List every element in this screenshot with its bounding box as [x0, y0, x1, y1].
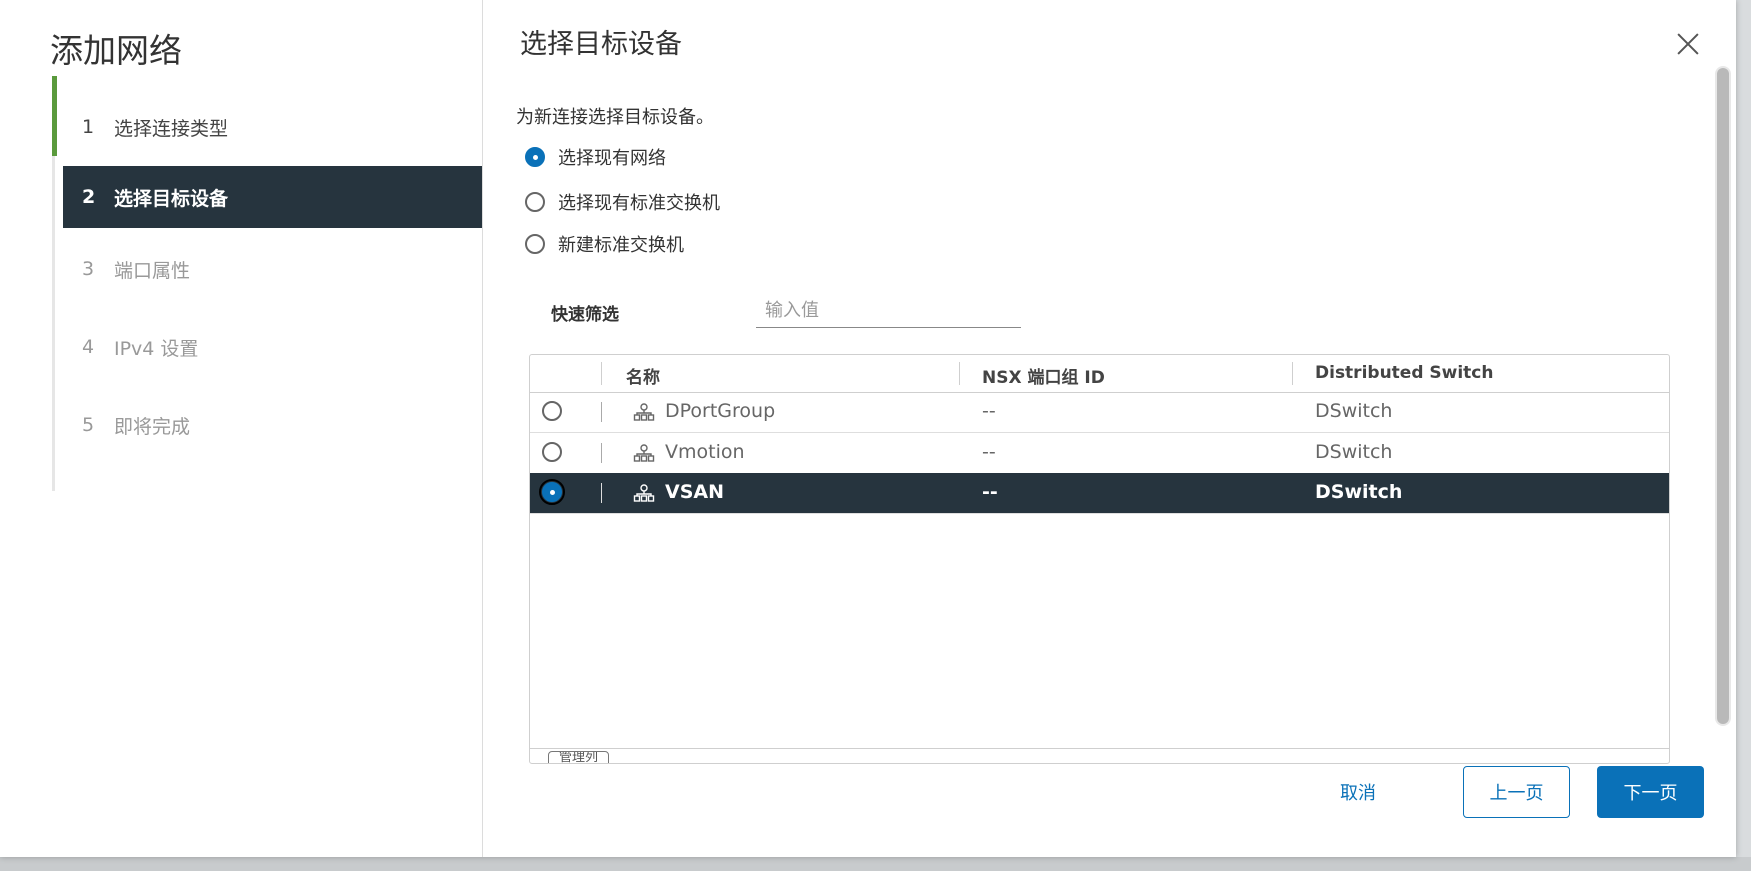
quick-filter-input[interactable] [756, 293, 1021, 328]
cell-switch: DSwitch [1315, 400, 1393, 422]
step-label: 端口属性 [114, 259, 191, 282]
column-header-switch[interactable]: Distributed Switch [1315, 363, 1494, 383]
wizard-step-5: 5 即将完成 [52, 394, 482, 456]
table-row[interactable]: DPortGroup -- DSwitch [530, 392, 1669, 433]
wizard-step-2[interactable]: 2 选择目标设备 [63, 166, 482, 228]
grid-footer: 管理列 [530, 748, 1669, 763]
cell-nsx-id: -- [982, 441, 996, 463]
radio-button[interactable] [525, 147, 545, 167]
wizard-step-4: 4 IPv4 设置 [52, 316, 482, 378]
wizard-step-1[interactable]: 1 选择连接类型 [52, 76, 482, 158]
scrollbar-thumb[interactable] [1717, 68, 1729, 724]
cell-name: VSAN [665, 481, 724, 503]
step-number: 3 [82, 258, 95, 280]
cell-nsx-id: -- [982, 400, 996, 422]
option-existing-standard-switch[interactable]: 选择现有标准交换机 [525, 189, 720, 215]
radio-button[interactable] [525, 192, 545, 212]
row-separator [601, 443, 602, 463]
step-label: IPv4 设置 [114, 337, 199, 360]
step-number: 2 [82, 186, 96, 208]
wizard-nav: 添加网络 1 选择连接类型 2 选择目标设备 3 端口属性 4 IPv4 设置 … [0, 0, 483, 857]
column-separator [601, 362, 602, 385]
step-number: 1 [82, 116, 95, 138]
cell-switch: DSwitch [1315, 441, 1393, 463]
cell-switch: DSwitch [1315, 481, 1403, 503]
row-separator [601, 402, 602, 422]
network-icon [633, 484, 655, 502]
step-number: 4 [82, 336, 95, 358]
column-separator [959, 362, 960, 385]
row-separator [601, 483, 602, 503]
column-separator [1292, 362, 1293, 385]
column-header-name[interactable]: 名称 [626, 363, 660, 388]
step-label: 选择连接类型 [114, 117, 229, 140]
grid-header: 名称 NSX 端口组 ID Distributed Switch [530, 355, 1669, 393]
close-icon[interactable] [1671, 28, 1705, 62]
radio-button[interactable] [525, 234, 545, 254]
wizard-step-3: 3 端口属性 [52, 238, 482, 300]
column-header-nsx-id[interactable]: NSX 端口组 ID [982, 363, 1105, 388]
step-number: 5 [82, 414, 95, 436]
option-existing-network[interactable]: 选择现有网络 [525, 144, 666, 170]
row-radio[interactable] [542, 401, 562, 421]
background-strip [0, 857, 1751, 871]
row-radio[interactable] [542, 442, 562, 462]
step-label: 选择目标设备 [114, 187, 229, 210]
manage-columns-button[interactable]: 管理列 [548, 751, 610, 763]
step-label: 即将完成 [114, 415, 191, 438]
option-label: 新建标准交换机 [558, 235, 684, 256]
wizard-content: 选择目标设备 为新连接选择目标设备。 选择现有网络 选择现有标准交换机 新建标准… [483, 0, 1736, 857]
network-icon [633, 403, 655, 421]
table-row[interactable]: Vmotion -- DSwitch [530, 433, 1669, 474]
add-network-dialog: 添加网络 1 选择连接类型 2 选择目标设备 3 端口属性 4 IPv4 设置 … [0, 0, 1736, 857]
option-new-standard-switch[interactable]: 新建标准交换机 [525, 231, 684, 257]
quick-filter-label: 快速筛选 [551, 305, 619, 325]
table-row-selected[interactable]: VSAN -- DSwitch [530, 473, 1669, 514]
scrollbar[interactable] [1715, 66, 1731, 726]
cell-nsx-id: -- [982, 481, 998, 503]
option-label: 选择现有网络 [558, 148, 666, 169]
cell-name: Vmotion [665, 441, 745, 463]
row-radio[interactable] [539, 479, 565, 505]
network-icon [633, 444, 655, 462]
page-title: 选择目标设备 [520, 29, 682, 60]
cell-name: DPortGroup [665, 400, 776, 422]
next-button[interactable]: 下一页 [1597, 766, 1704, 818]
network-grid: 名称 NSX 端口组 ID Distributed Switch DPortGr… [529, 354, 1670, 764]
instruction-text: 为新连接选择目标设备。 [516, 107, 714, 128]
dialog-title: 添加网络 [50, 31, 182, 70]
previous-button[interactable]: 上一页 [1463, 766, 1570, 818]
option-label: 选择现有标准交换机 [558, 193, 720, 214]
cancel-button[interactable]: 取消 [1340, 779, 1376, 805]
